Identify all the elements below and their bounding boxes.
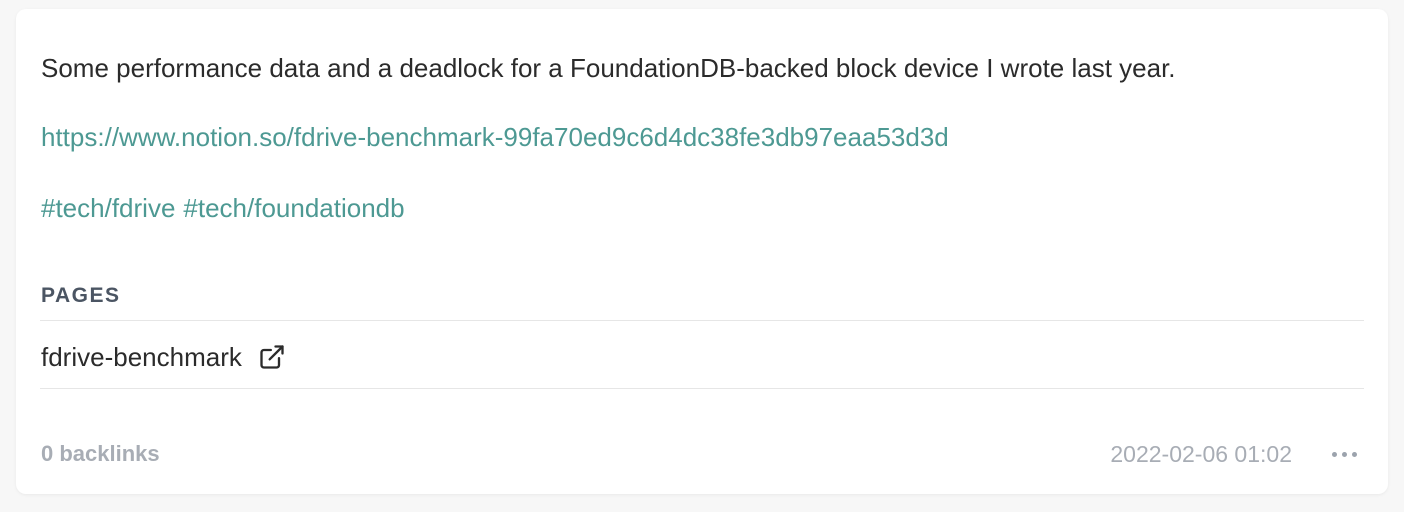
external-link-icon[interactable] bbox=[258, 343, 286, 371]
more-dots-icon bbox=[1331, 451, 1337, 457]
memo-link[interactable]: https://www.notion.so/fdrive-benchmark-9… bbox=[41, 122, 949, 153]
memo-content: Some performance data and a deadlock for… bbox=[41, 53, 1176, 83]
tag-tech-foundationdb[interactable]: #tech/foundationdb bbox=[183, 193, 404, 223]
pages-heading: PAGES bbox=[41, 284, 121, 307]
tag-tech-fdrive[interactable]: #tech/fdrive bbox=[41, 193, 175, 223]
page-item-label[interactable]: fdrive-benchmark bbox=[41, 342, 242, 373]
memo-card: Some performance data and a deadlock for… bbox=[16, 9, 1388, 494]
page-item-fdrive-benchmark[interactable]: fdrive-benchmark bbox=[41, 339, 286, 375]
tag-list: #tech/fdrive #tech/foundationdb bbox=[41, 193, 413, 224]
more-options-button[interactable] bbox=[1324, 441, 1364, 467]
memo-timestamp: 2022-02-06 01:02 bbox=[1110, 441, 1292, 467]
pages-bottom-divider bbox=[40, 388, 1364, 389]
backlinks-count[interactable]: 0 backlinks bbox=[41, 441, 160, 467]
pages-top-divider bbox=[40, 320, 1364, 321]
